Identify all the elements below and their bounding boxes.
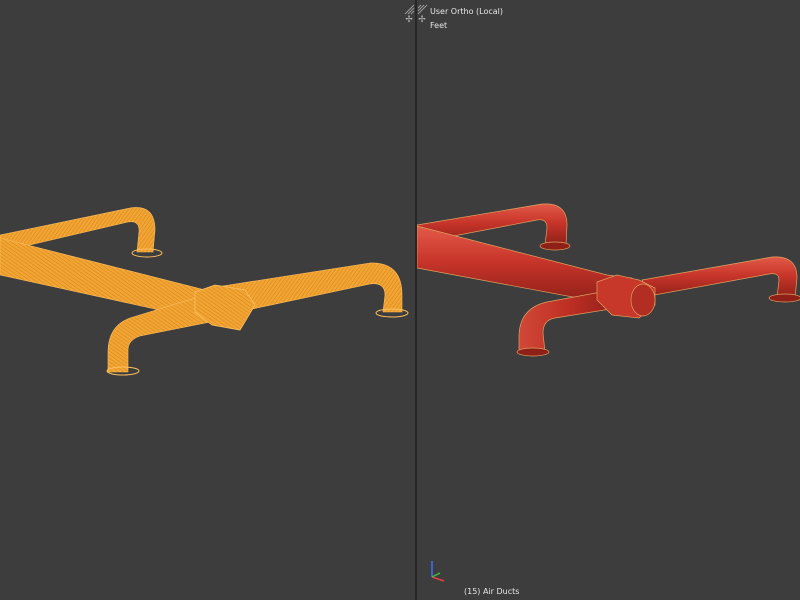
object-label: (15) Air Ducts	[464, 587, 520, 596]
y-axis-icon	[431, 572, 441, 578]
solid-duct-model	[417, 203, 800, 357]
units-label: Feet	[430, 21, 448, 30]
axis-gizmo-icon	[424, 555, 452, 587]
corner-drag-icon[interactable]	[403, 0, 415, 15]
left-3d-viewport[interactable]: ✢	[0, 0, 415, 600]
corner-drag-icon[interactable]	[417, 0, 429, 15]
x-axis-icon	[431, 576, 445, 582]
wireframe-duct-model	[0, 207, 409, 376]
right-3d-viewport[interactable]: ✢ User Ortho (Local) Feet (15) Air Ducts	[417, 0, 800, 600]
view-label: User Ortho (Local)	[430, 7, 503, 16]
split-left-icon[interactable]: ✢	[404, 15, 414, 25]
split-right-icon[interactable]: ✢	[417, 15, 427, 25]
